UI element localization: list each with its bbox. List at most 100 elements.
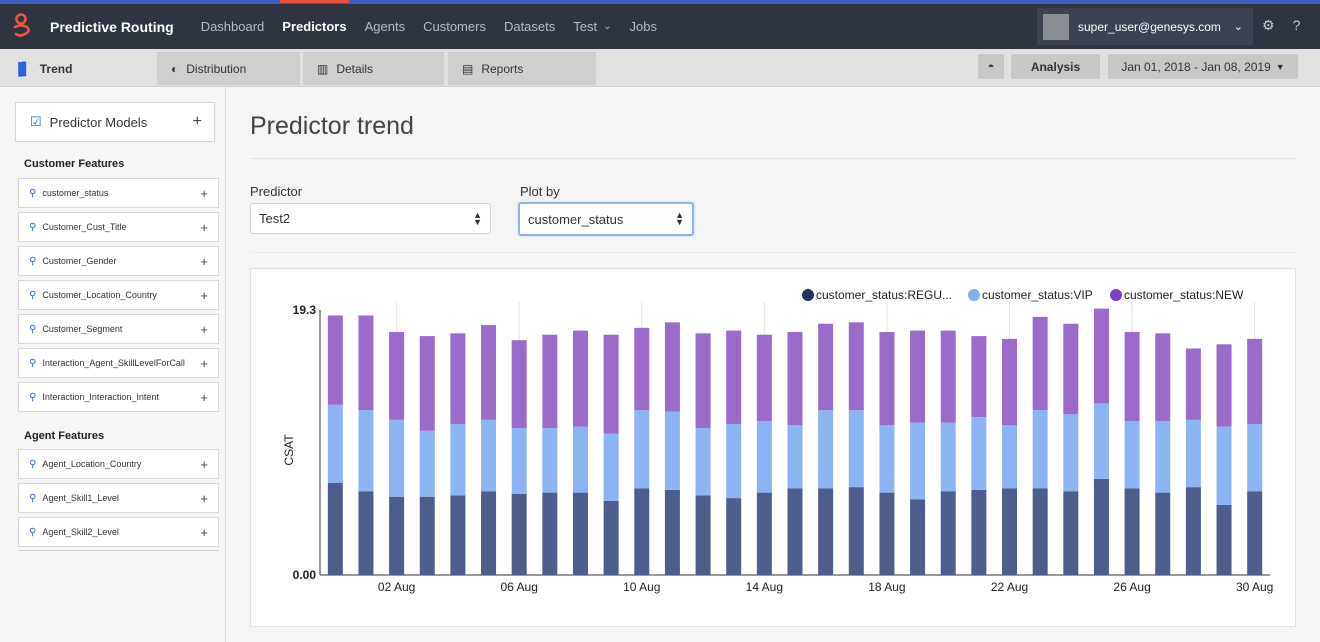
plus-icon[interactable]: + [200,288,208,303]
nav-predictors[interactable]: Predictors [280,0,349,49]
plus-icon[interactable]: + [200,322,208,337]
plus-icon[interactable]: + [200,254,208,269]
feature-item[interactable]: ⚲ Interaction_Agent_SkillLevelForCall + [18,348,219,378]
nav-dashboard[interactable]: Dashboard [201,4,265,49]
bar-segment [1185,419,1201,488]
tab-details-label: Details [336,61,374,76]
feature-item[interactable]: ⚲ Agent_Skill1_Level + [18,483,219,513]
bar-segment [481,419,497,492]
bar-segment [542,334,558,429]
legend-swatch [802,289,814,301]
bar-segment [695,495,711,575]
add-model-icon[interactable]: + [193,113,202,131]
predictor-select-value: Test2 [259,211,291,226]
bar-segment [879,492,895,575]
tab-details[interactable]: ▥ Details [303,52,444,85]
bar-segment [327,404,343,484]
bar-segment [664,322,680,412]
bar-segment [572,426,588,493]
feature-item[interactable]: ⚲ Customer_Gender + [18,246,219,276]
visibility-button[interactable]: ◓ [978,54,1004,79]
plus-icon[interactable]: + [200,220,208,235]
nav-test[interactable]: Test ⌄ [573,4,611,49]
tab-distribution[interactable]: ◐ Distribution [157,52,300,85]
bar-segment [910,330,926,423]
divider [250,158,1295,159]
bar-segment [1032,316,1048,411]
feature-item[interactable]: ⚲ Agent_Skill2_Level + [18,517,219,547]
bar-segment [1063,323,1079,415]
predictor-label: Predictor [250,184,303,199]
feature-label: Agent_Skill1_Level [42,493,119,503]
feature-item[interactable]: ⚲ Customer_Cust_Title + [18,212,219,242]
help-icon[interactable]: ? [1293,17,1301,34]
search-icon: ⚲ [29,391,37,403]
date-range-button[interactable]: Jan 01, 2018 - Jan 08, 2019 ▼ [1108,54,1298,79]
bar-segment [511,493,527,575]
user-name: super_user@genesys.com [1078,19,1221,34]
feature-label: Interaction_Interaction_Intent [42,392,159,402]
checkbox-icon: ☑ [30,114,42,129]
nav-datasets[interactable]: Datasets [504,4,555,49]
feature-item[interactable]: ⚲ Customer_Location_Country + [18,280,219,310]
feature-item[interactable]: ⚲ Interaction_Interaction_Intent + [18,382,219,412]
select-arrows-icon: ▲ ▼ [675,210,684,227]
bar-segment [1124,421,1140,489]
bar-segment [910,499,926,575]
half-circle-icon: ◐ [171,61,179,76]
plus-icon[interactable]: + [200,356,208,371]
search-icon: ⚲ [29,289,37,301]
plus-icon[interactable]: + [200,186,208,201]
plus-icon[interactable]: + [200,525,208,540]
bar-segment [787,331,803,426]
y-tick-label: 19.3 [293,303,317,317]
tab-trend[interactable]: ▐▍ Trend [0,52,152,85]
bar-segment [1185,348,1201,420]
nav-customers[interactable]: Customers [423,4,486,49]
bar-segment [695,428,711,496]
nav-agents[interactable]: Agents [365,4,405,49]
plus-icon[interactable]: + [200,390,208,405]
feature-item[interactable]: ⚲ Agent_Location_Country + [18,449,219,479]
gear-icon[interactable]: ⚙ [1262,17,1275,34]
bar-segment [756,492,772,575]
predictor-select[interactable]: Test2 ▲ ▼ [250,203,491,234]
user-menu[interactable]: super_user@genesys.com ⌄ [1037,8,1253,45]
tab-distribution-label: Distribution [186,61,247,76]
search-icon: ⚲ [29,458,37,470]
bar-segment [481,325,497,420]
analysis-button[interactable]: Analysis [1011,54,1100,79]
feature-item[interactable]: ⚲ customer_status + [18,178,219,208]
bar-segment [818,323,834,411]
feature-item[interactable]: ⚲ Customer_Segment + [18,314,219,344]
brand-title[interactable]: Predictive Routing [50,19,174,35]
bar-segment [389,496,405,575]
nav-jobs[interactable]: Jobs [630,4,657,49]
predictor-models-box[interactable]: ☑ Predictor Models + [15,102,215,142]
plus-icon[interactable]: + [200,491,208,506]
bar-segment [1124,331,1140,422]
bar-chart-icon: ▐▍ [14,61,32,76]
plus-icon[interactable]: + [200,457,208,472]
bar-segment [481,491,497,575]
bar-segment [634,488,650,575]
search-icon: ⚲ [29,526,37,538]
top-navbar: Predictive Routing Dashboard Predictors … [0,0,1320,49]
bar-segment [511,340,527,429]
genesys-logo-icon[interactable] [0,4,42,49]
bar-segment [971,336,987,418]
plotby-select[interactable]: customer_status ▲ ▼ [518,202,694,236]
bar-segment [1032,410,1048,489]
tab-reports[interactable]: ▤ Reports [448,52,596,85]
bar-segment [848,322,864,411]
bar-segment [1002,488,1018,575]
x-tick-label: 30 Aug [1236,580,1273,594]
date-range-label: Jan 01, 2018 - Jan 08, 2019 [1121,59,1271,74]
chevron-down-icon: ⌄ [603,21,612,32]
bar-segment [1185,487,1201,575]
bar-segment [542,428,558,493]
caret-down-icon: ▼ [1275,61,1285,72]
bar-segment [1155,333,1171,422]
bar-segment [358,315,374,411]
plotby-select-value: customer_status [528,211,624,227]
